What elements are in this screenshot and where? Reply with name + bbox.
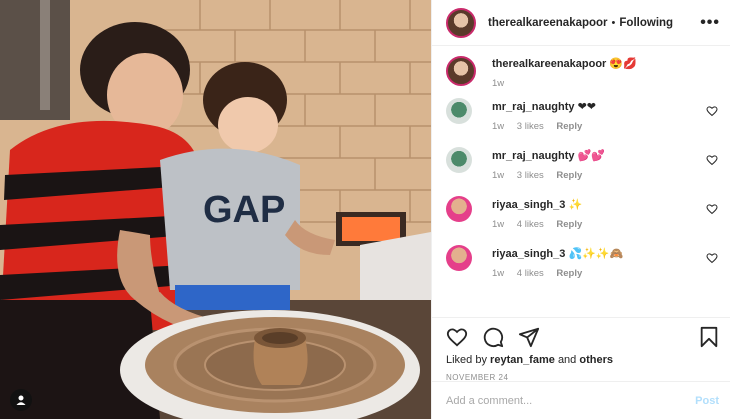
heart-icon[interactable]	[706, 203, 718, 215]
comment-likes[interactable]: 4 likes	[517, 268, 544, 279]
liked-by-conjunction: and	[557, 354, 577, 366]
comments-list: therealkareenakapoor 😍💋 1w mr_raj_naught…	[432, 46, 730, 316]
caption-emoji: 😍💋	[609, 58, 637, 70]
comment-time: 1w	[492, 268, 505, 279]
commenter-avatar[interactable]	[446, 245, 472, 271]
reply-button[interactable]: Reply	[556, 170, 582, 181]
caption: therealkareenakapoor 😍💋 1w	[446, 56, 718, 89]
commenter-avatar[interactable]	[446, 98, 472, 124]
comment-likes[interactable]: 4 likes	[517, 219, 544, 230]
comment-likes[interactable]: 3 likes	[517, 121, 544, 132]
caption-username[interactable]: therealkareenakapoor	[492, 58, 606, 70]
user-icon	[16, 395, 26, 405]
tagged-user-button[interactable]	[10, 389, 32, 411]
comment-item: riyaa_singh_3 ✨ 1w 4 likes Reply	[446, 196, 718, 246]
post-header: therealkareenakapoor • Following •••	[432, 0, 730, 46]
comment-item: mr_raj_naughty 💕💕 1w 3 likes Reply	[446, 147, 718, 197]
comment-input[interactable]	[446, 394, 696, 407]
comment-username[interactable]: riyaa_singh_3	[492, 248, 565, 260]
comment-username[interactable]: mr_raj_naughty	[492, 101, 575, 113]
comment-time: 1w	[492, 121, 505, 132]
caption-avatar[interactable]	[446, 56, 476, 86]
comment-likes[interactable]: 3 likes	[517, 170, 544, 181]
heart-icon[interactable]	[706, 154, 718, 166]
liked-by-prefix: Liked by	[446, 354, 487, 366]
like-heart-icon[interactable]	[446, 326, 468, 348]
reply-button[interactable]: Reply	[556, 219, 582, 230]
heart-icon[interactable]	[706, 105, 718, 117]
comment-text: 💦✨✨🙈	[568, 248, 624, 260]
liked-by-others[interactable]: others	[579, 354, 613, 366]
comment-username[interactable]: mr_raj_naughty	[492, 150, 575, 162]
post-comment-button[interactable]: Post	[695, 395, 719, 407]
comment-time: 1w	[492, 219, 505, 230]
commenter-avatar[interactable]	[446, 196, 472, 222]
separator-dot: •	[611, 16, 616, 29]
reply-button[interactable]: Reply	[556, 121, 582, 132]
author-avatar[interactable]	[446, 7, 476, 38]
comment-bubble-icon[interactable]	[482, 326, 504, 348]
more-options-icon[interactable]: •••	[700, 14, 720, 32]
save-bookmark-icon[interactable]	[699, 326, 719, 348]
author-username[interactable]: therealkareenakapoor	[488, 17, 608, 29]
svg-text:GAP: GAP	[203, 189, 285, 231]
comment-text: ❤❤	[577, 101, 597, 113]
commenter-avatar[interactable]	[446, 147, 472, 173]
share-plane-icon[interactable]	[518, 326, 540, 348]
post-actions: Liked by reytan_fame and others NOVEMBER…	[432, 317, 730, 382]
pottery-photo: GAP	[0, 0, 431, 419]
caption-text: therealkareenakapoor 😍💋	[492, 56, 718, 72]
add-comment-bar: Post	[432, 381, 730, 419]
heart-icon[interactable]	[706, 252, 718, 264]
comment-item: mr_raj_naughty ❤❤ 1w 3 likes Reply	[446, 98, 718, 148]
comment-time: 1w	[492, 170, 505, 181]
caption-time: 1w	[492, 78, 505, 89]
comment-username[interactable]: riyaa_singh_3	[492, 199, 565, 211]
liked-by-user[interactable]: reytan_fame	[490, 354, 555, 366]
post-image[interactable]: GAP	[0, 0, 431, 419]
comment-text: ✨	[568, 199, 583, 211]
comment-item: riyaa_singh_3 💦✨✨🙈 1w 4 likes Reply	[446, 245, 718, 295]
liked-by-text: Liked by reytan_fame and others	[446, 354, 719, 366]
following-button[interactable]: Following	[619, 17, 673, 29]
post-sidebar: therealkareenakapoor • Following ••• the…	[431, 0, 730, 419]
reply-button[interactable]: Reply	[556, 268, 582, 279]
comment-text: 💕💕	[577, 150, 605, 162]
